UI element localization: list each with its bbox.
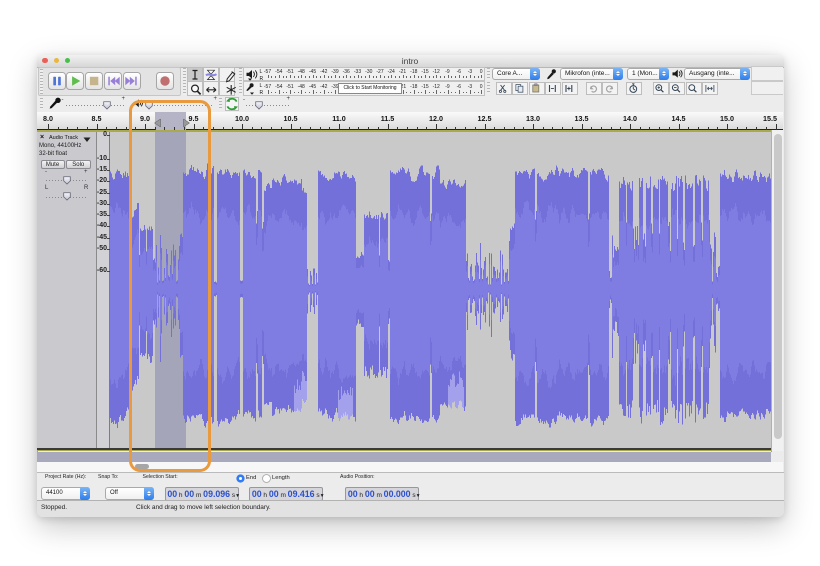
svg-text:R: R [260,76,264,81]
svg-text:R: R [260,90,264,95]
